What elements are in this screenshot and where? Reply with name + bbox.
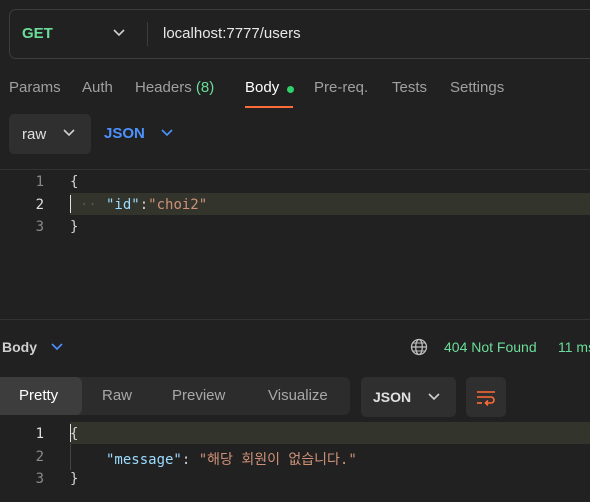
response-time[interactable]: 11 ms [558, 339, 590, 355]
line-number: 1 [35, 174, 44, 190]
line-number: 2 [35, 449, 44, 465]
headers-count-badge: (8) [195, 79, 215, 96]
status-code[interactable]: 404 Not Found [444, 339, 537, 355]
json-key: "id" [106, 197, 140, 213]
line-number: 1 [35, 426, 44, 442]
divider [0, 169, 590, 170]
wrap-lines-icon [477, 391, 495, 406]
view-tab-visualize[interactable]: Visualize [268, 387, 328, 404]
url-divider [147, 22, 148, 46]
text-caret [70, 424, 71, 442]
code-close-brace: } [70, 471, 79, 487]
indent-guide: ·· [80, 197, 97, 213]
globe-icon[interactable] [409, 337, 429, 357]
tab-tests[interactable]: Tests [392, 79, 427, 96]
json-key: "message" [106, 452, 182, 468]
code-open-brace: { [70, 426, 79, 442]
chevron-down-icon[interactable] [49, 338, 65, 356]
line-number: 2 [35, 197, 44, 213]
response-format-label: JSON [373, 389, 412, 405]
response-body-label[interactable]: Body [2, 339, 37, 355]
active-tab-underline [245, 106, 293, 108]
code-open-brace: { [70, 174, 79, 190]
json-colon: : [181, 452, 199, 468]
chevron-down-icon[interactable] [110, 23, 128, 43]
tab-headers[interactable]: Headers (8) [135, 79, 214, 96]
code-close-brace: } [70, 219, 79, 235]
body-mode-label: raw [22, 126, 47, 143]
tab-settings[interactable]: Settings [450, 79, 504, 96]
tab-pre-request[interactable]: Pre-req. [314, 79, 368, 96]
body-indicator-dot [287, 86, 294, 93]
view-tab-preview[interactable]: Preview [172, 387, 225, 404]
wrap-lines-button[interactable] [466, 377, 506, 417]
tab-params[interactable]: Params [9, 79, 61, 96]
pane-divider[interactable] [0, 319, 590, 320]
json-value: "해당 회원이 없습니다." [198, 452, 357, 468]
json-colon: : [139, 197, 149, 213]
method-select[interactable]: GET [22, 25, 53, 42]
current-line-highlight [70, 422, 590, 444]
tab-headers-label: Headers [135, 79, 192, 96]
code-line[interactable]: "message": "해당 회원이 없습니다." [106, 449, 357, 469]
view-tab-raw[interactable]: Raw [102, 387, 132, 404]
code-line[interactable]: "id":"choi2" [106, 197, 207, 213]
body-format-dropdown[interactable]: JSON [104, 125, 145, 142]
tab-auth[interactable]: Auth [82, 79, 113, 96]
chevron-down-icon[interactable] [158, 123, 176, 143]
tab-body[interactable]: Body [245, 79, 279, 96]
line-number: 3 [35, 471, 44, 487]
url-input[interactable]: localhost:7777/users [163, 25, 301, 42]
text-caret [70, 195, 71, 213]
view-tab-pretty[interactable]: Pretty [19, 387, 58, 404]
chevron-down-icon [425, 387, 443, 407]
json-value: "choi2" [148, 197, 208, 213]
chevron-down-icon [60, 123, 78, 143]
indent-guide [70, 444, 71, 470]
line-number: 3 [35, 219, 44, 235]
